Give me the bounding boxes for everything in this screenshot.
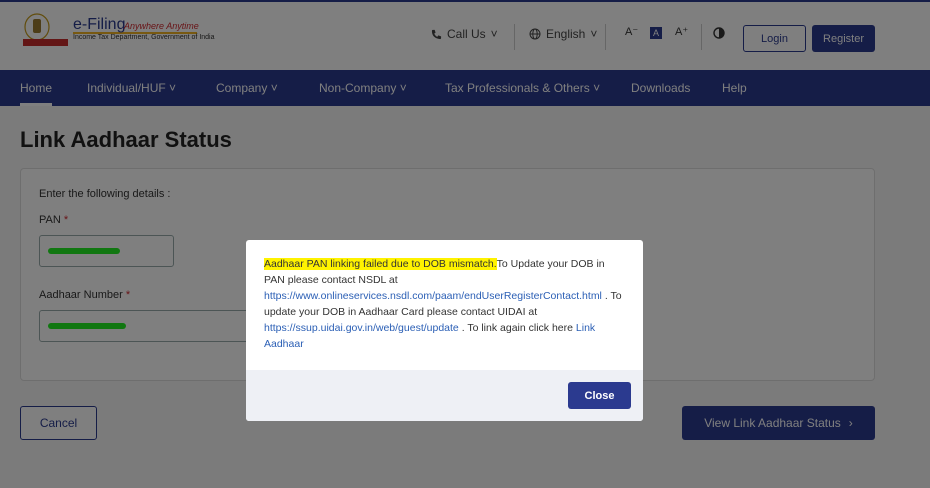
close-button[interactable]: Close: [568, 382, 631, 409]
message-text: . To link again click here: [458, 322, 576, 334]
status-dialog: Aadhaar PAN linking failed due to DOB mi…: [246, 240, 643, 421]
uidai-link[interactable]: https://ssup.uidai.gov.in/web/guest/upda…: [264, 322, 459, 334]
error-highlight: Aadhaar PAN linking failed due to DOB mi…: [264, 258, 497, 270]
dialog-message: Aadhaar PAN linking failed due to DOB mi…: [264, 256, 626, 352]
dialog-footer: Close: [246, 370, 643, 421]
nsdl-link[interactable]: https://www.onlineservices.nsdl.com/paam…: [264, 290, 602, 302]
